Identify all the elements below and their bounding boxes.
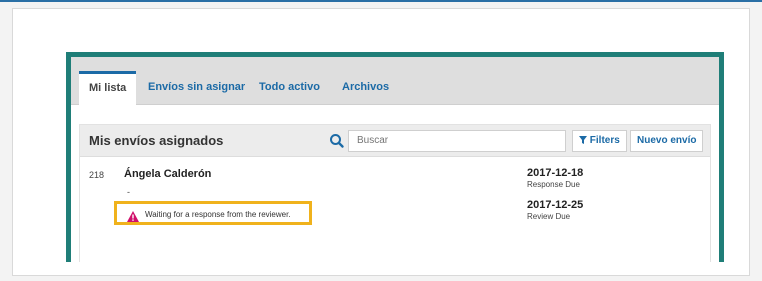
reviewer-notice: Waiting for a response from the reviewer… bbox=[114, 201, 312, 225]
review-due-date: 2017-12-25 bbox=[527, 199, 584, 211]
response-due: 2017-12-18 Response Due bbox=[527, 167, 583, 189]
filter-icon bbox=[579, 135, 590, 146]
submission-author[interactable]: Ángela Calderón bbox=[124, 168, 211, 180]
tab-all-active[interactable]: Todo activo bbox=[259, 71, 320, 105]
review-due-label: Review Due bbox=[527, 212, 571, 221]
top-accent-line bbox=[0, 0, 762, 2]
notice-text: Waiting for a response from the reviewer… bbox=[145, 210, 291, 219]
tab-bar: Mi lista Envíos sin asignar Todo activo … bbox=[71, 57, 719, 105]
submission-id: 218 bbox=[89, 170, 105, 180]
warning-icon bbox=[127, 209, 139, 222]
filters-button[interactable]: Filters bbox=[572, 130, 627, 152]
response-due-date: 2017-12-18 bbox=[527, 167, 584, 179]
panel-title: Mis envíos asignados bbox=[89, 133, 224, 148]
tab-my-list[interactable]: Mi lista bbox=[79, 71, 137, 105]
submission-row[interactable]: 218 Ángela Calderón - Waiting for a resp… bbox=[80, 157, 710, 262]
tab-unassigned[interactable]: Envíos sin asignar bbox=[148, 71, 245, 105]
response-due-label: Response Due bbox=[527, 180, 580, 189]
filters-label: Filters bbox=[589, 135, 620, 146]
submission-subtitle: - bbox=[127, 187, 130, 197]
new-submission-button[interactable]: Nuevo envío bbox=[630, 130, 704, 152]
search-field[interactable] bbox=[348, 130, 566, 152]
search-icon[interactable] bbox=[328, 132, 346, 150]
tab-archives[interactable]: Archivos bbox=[342, 71, 389, 105]
panel-header: Mis envíos asignados Filters Nuevo env bbox=[80, 125, 710, 157]
dashboard-frame: Mi lista Envíos sin asignar Todo activo … bbox=[66, 52, 724, 262]
submissions-panel: Mis envíos asignados Filters Nuevo env bbox=[79, 124, 711, 262]
review-due: 2017-12-25 Review Due bbox=[527, 199, 583, 221]
search-input[interactable] bbox=[357, 135, 557, 146]
